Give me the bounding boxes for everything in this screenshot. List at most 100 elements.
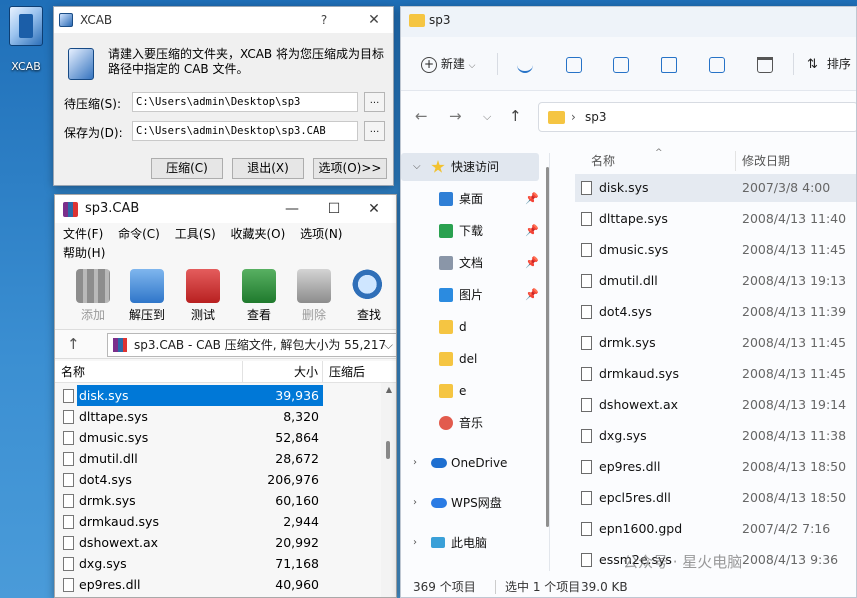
nav-item-documents[interactable]: 文档 📌 bbox=[401, 249, 539, 277]
table-row[interactable]: ep9res.dll 40,960 bbox=[55, 574, 379, 595]
pin-icon[interactable]: 📌 bbox=[525, 249, 539, 277]
recent-locations-icon[interactable]: ⌵ bbox=[483, 110, 491, 124]
menu-file[interactable]: 文件(F) bbox=[63, 225, 103, 244]
scissors-icon bbox=[517, 57, 533, 73]
winrar-vertical-scrollbar[interactable]: ▲ bbox=[381, 383, 396, 597]
list-item[interactable]: disk.sys 2007/3/8 4:00 bbox=[575, 174, 856, 202]
picture-icon bbox=[439, 288, 453, 302]
archive-path-field[interactable]: sp3.CAB - CAB 压缩文件, 解包大小为 55,217 ⌵ bbox=[107, 333, 396, 357]
table-row[interactable]: drmkaud.sys 2,944 bbox=[55, 511, 379, 532]
list-item[interactable]: drmkaud.sys 2008/4/13 11:45 bbox=[575, 360, 856, 388]
pin-icon[interactable]: 📌 bbox=[525, 185, 539, 213]
table-row[interactable]: dlttape.sys 8,320 bbox=[55, 406, 379, 427]
column-compressed-header[interactable]: 压缩后 bbox=[323, 361, 396, 383]
nav-item-this-pc[interactable]: › 此电脑 bbox=[401, 529, 539, 557]
back-arrow-icon[interactable]: ← bbox=[415, 107, 428, 125]
options-button[interactable]: 选项(O)>> bbox=[313, 158, 387, 179]
share-button[interactable] bbox=[709, 51, 725, 77]
target-browse-button[interactable]: ... bbox=[364, 121, 385, 141]
target-path-input[interactable]: C:\Users\admin\Desktop\sp3.CAB bbox=[132, 121, 358, 141]
chevron-right-icon[interactable]: › bbox=[413, 449, 417, 477]
table-row[interactable]: dshowext.ax 20,992 bbox=[55, 532, 379, 553]
exit-button[interactable]: 退出(X) bbox=[232, 158, 304, 179]
address-bar[interactable]: › sp3 bbox=[538, 102, 856, 132]
winrar-title-bar: sp3.CAB — ☐ ✕ bbox=[55, 195, 396, 223]
column-size-header[interactable]: 大小 bbox=[243, 361, 323, 383]
test-tool-button[interactable]: 测试 bbox=[179, 269, 227, 323]
nav-item-quick-access[interactable]: ⌵ 快速访问 bbox=[401, 153, 539, 181]
list-item[interactable]: dmusic.sys 2008/4/13 11:45 bbox=[575, 236, 856, 264]
list-item[interactable]: dxg.sys 2008/4/13 11:38 bbox=[575, 422, 856, 450]
scroll-up-icon[interactable]: ▲ bbox=[381, 385, 396, 394]
menu-tools[interactable]: 工具(S) bbox=[175, 225, 216, 244]
chevron-right-icon[interactable]: › bbox=[413, 489, 417, 517]
new-button[interactable]: + 新建 ⌵ bbox=[421, 51, 476, 77]
nav-item-d[interactable]: d bbox=[401, 313, 539, 341]
list-item[interactable]: dshowext.ax 2008/4/13 19:14 bbox=[575, 391, 856, 419]
up-arrow-icon[interactable]: ↑ bbox=[67, 335, 80, 353]
menu-commands[interactable]: 命令(C) bbox=[118, 225, 160, 244]
chevron-down-icon[interactable]: ⌵ bbox=[384, 334, 393, 356]
winrar-close-button[interactable]: ✕ bbox=[354, 195, 394, 223]
column-name-header[interactable]: 名称 bbox=[591, 149, 615, 173]
explorer-tab[interactable]: sp3 bbox=[409, 13, 451, 27]
list-item[interactable]: drmk.sys 2008/4/13 11:45 bbox=[575, 329, 856, 357]
cut-button[interactable] bbox=[517, 51, 533, 77]
rename-button[interactable] bbox=[661, 51, 677, 77]
nav-item-downloads[interactable]: 下载 📌 bbox=[401, 217, 539, 245]
nav-item-onedrive[interactable]: › OneDrive bbox=[401, 449, 539, 477]
file-icon bbox=[581, 553, 592, 567]
list-item[interactable]: dot4.sys 2008/4/13 11:39 bbox=[575, 298, 856, 326]
column-name-header[interactable]: 名称 bbox=[55, 361, 243, 383]
desktop-icon-xcab[interactable]: XCAB bbox=[4, 4, 48, 76]
source-browse-button[interactable]: ... bbox=[364, 92, 385, 112]
extract-to-tool-label: 解压到 bbox=[128, 308, 165, 322]
pin-icon[interactable]: 📌 bbox=[525, 281, 539, 309]
compress-button[interactable]: 压缩(C) bbox=[151, 158, 223, 179]
file-icon bbox=[581, 491, 592, 505]
extract-to-tool-button[interactable]: 解压到 bbox=[123, 269, 171, 323]
delete-tool-button[interactable]: 删除 bbox=[290, 269, 338, 323]
nav-item-e[interactable]: e bbox=[401, 377, 539, 405]
chevron-right-icon[interactable]: › bbox=[413, 529, 417, 557]
source-path-input[interactable]: C:\Users\admin\Desktop\sp3 bbox=[132, 92, 358, 112]
table-row[interactable]: disk.sys 39,936 bbox=[55, 385, 379, 406]
nav-item-del[interactable]: del bbox=[401, 345, 539, 373]
list-item[interactable]: epcl5res.dll 2008/4/13 18:50 bbox=[575, 484, 856, 512]
forward-arrow-icon[interactable]: → bbox=[449, 107, 462, 125]
add-tool-button[interactable]: 添加 bbox=[69, 269, 117, 323]
menu-options[interactable]: 选项(N) bbox=[300, 225, 342, 244]
nav-item-desktop[interactable]: 桌面 📌 bbox=[401, 185, 539, 213]
table-row[interactable]: drmk.sys 60,160 bbox=[55, 490, 379, 511]
paste-button[interactable] bbox=[613, 51, 629, 77]
nav-item-pictures[interactable]: 图片 📌 bbox=[401, 281, 539, 309]
minimize-button[interactable]: — bbox=[272, 195, 312, 223]
table-row[interactable]: dmusic.sys 52,864 bbox=[55, 427, 379, 448]
help-button[interactable]: ? bbox=[313, 7, 335, 33]
breadcrumb[interactable]: sp3 bbox=[585, 110, 607, 124]
sort-button[interactable]: ⇅ 排序 bbox=[807, 51, 851, 77]
list-item[interactable]: dlttape.sys 2008/4/13 11:40 bbox=[575, 205, 856, 233]
file-icon bbox=[581, 336, 592, 350]
nav-item-wps-drive[interactable]: › WPS网盘 bbox=[401, 489, 539, 517]
scroll-thumb[interactable] bbox=[386, 441, 390, 459]
menu-help[interactable]: 帮助(H) bbox=[63, 244, 105, 263]
pin-icon[interactable]: 📌 bbox=[525, 217, 539, 245]
list-item[interactable]: epn1600.gpd 2007/4/2 7:16 bbox=[575, 515, 856, 543]
list-item[interactable]: ep9res.dll 2008/4/13 18:50 bbox=[575, 453, 856, 481]
view-tool-button[interactable]: 查看 bbox=[235, 269, 283, 323]
nav-item-music[interactable]: 音乐 bbox=[401, 409, 539, 437]
table-row[interactable]: dxg.sys 71,168 bbox=[55, 553, 379, 574]
table-row[interactable]: dot4.sys 206,976 bbox=[55, 469, 379, 490]
delete-button[interactable] bbox=[757, 51, 773, 77]
up-folder-icon[interactable]: ↑ bbox=[509, 107, 522, 125]
column-date-header[interactable]: 修改日期 bbox=[742, 149, 790, 173]
chevron-down-icon[interactable]: ⌵ bbox=[413, 153, 421, 181]
xcab-close-button[interactable]: ✕ bbox=[363, 7, 385, 33]
menu-favorites[interactable]: 收藏夹(O) bbox=[231, 225, 286, 244]
maximize-button[interactable]: ☐ bbox=[314, 195, 354, 223]
table-row[interactable]: dmutil.dll 28,672 bbox=[55, 448, 379, 469]
find-tool-button[interactable]: 查找 bbox=[345, 269, 393, 323]
list-item[interactable]: dmutil.dll 2008/4/13 19:13 bbox=[575, 267, 856, 295]
copy-button[interactable] bbox=[566, 51, 582, 77]
